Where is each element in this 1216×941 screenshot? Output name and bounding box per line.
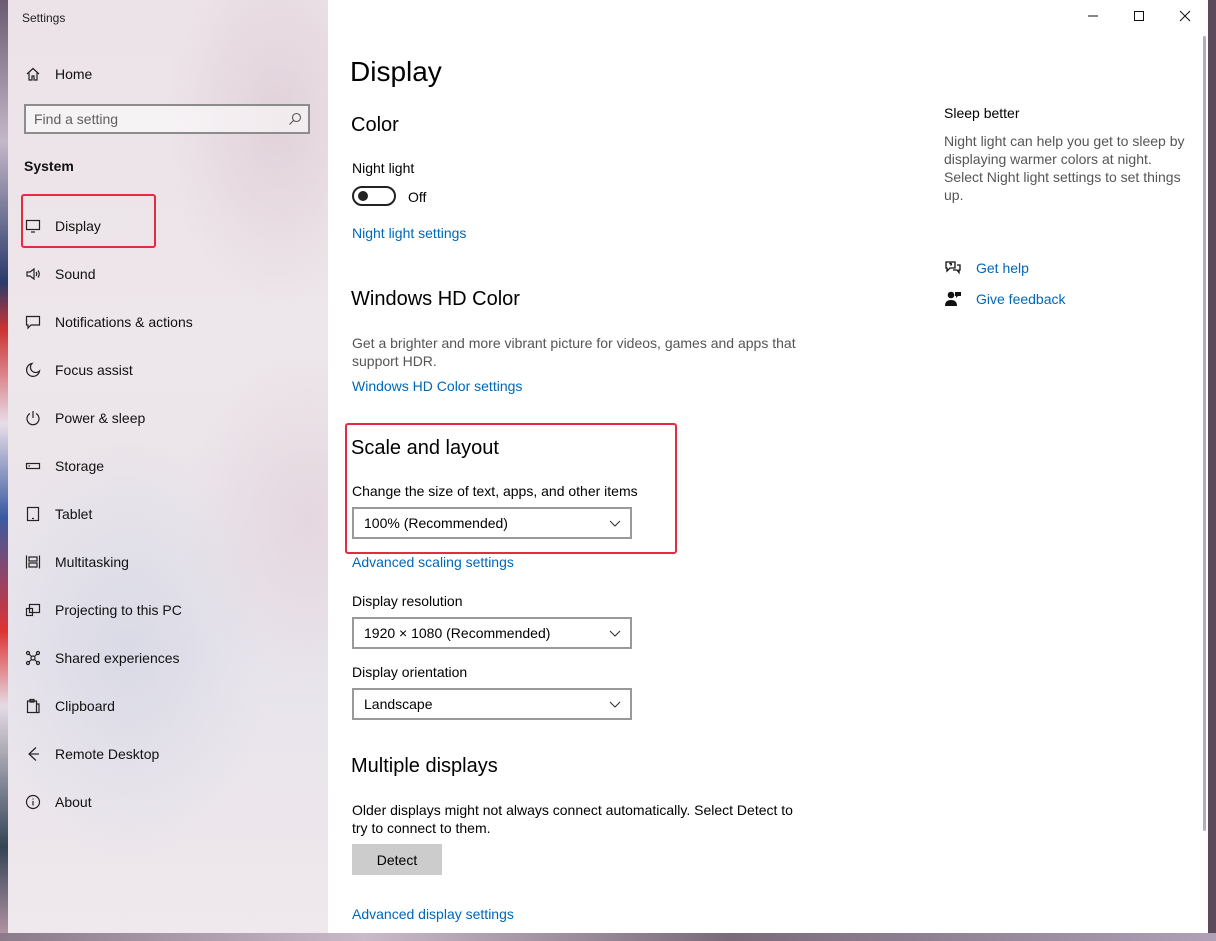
scale-layout-section-title: Scale and layout [351, 437, 499, 459]
size-label: Change the size of text, apps, and other… [352, 483, 638, 499]
sidebar-item-label: Focus assist [55, 362, 133, 378]
search-input[interactable] [34, 110, 279, 128]
minimize-button[interactable] [1070, 0, 1116, 32]
sidebar: Settings Home System Display [8, 0, 328, 933]
sidebar-item-label: Tablet [55, 506, 93, 522]
orientation-dropdown-value: Landscape [364, 696, 433, 712]
sidebar-item-label: Sound [55, 266, 96, 282]
multitasking-icon [24, 553, 42, 571]
scale-dropdown[interactable]: 100% (Recommended) [352, 507, 632, 539]
minimize-icon [1088, 15, 1098, 17]
get-help-icon [945, 261, 961, 275]
monitor-icon [24, 217, 42, 235]
clipboard-icon [24, 697, 42, 715]
sidebar-item-label: Notifications & actions [55, 314, 193, 330]
chevron-down-icon [609, 520, 621, 527]
hd-color-description: Get a brighter and more vibrant picture … [352, 335, 796, 369]
sidebar-item-display[interactable]: Display [24, 202, 314, 250]
settings-window: Settings Home System Display [8, 0, 1208, 933]
night-light-state: Off [408, 189, 427, 205]
maximize-button[interactable] [1116, 0, 1162, 32]
storage-icon [24, 457, 42, 475]
detect-button[interactable]: Detect [352, 844, 442, 875]
resolution-dropdown-value: 1920 × 1080 (Recommended) [364, 625, 551, 641]
hd-color-section-title: Windows HD Color [351, 288, 520, 310]
remote-desktop-icon [24, 745, 42, 763]
feedback-icon [945, 291, 961, 306]
advanced-scaling-link[interactable]: Advanced scaling settings [352, 554, 514, 570]
tablet-icon [24, 505, 42, 523]
sidebar-item-storage[interactable]: Storage [24, 442, 314, 490]
multiple-displays-description: Older displays might not always connect … [352, 802, 793, 836]
resolution-dropdown[interactable]: 1920 × 1080 (Recommended) [352, 617, 632, 649]
orientation-dropdown[interactable]: Landscape [352, 688, 632, 720]
desktop-background-bottom [0, 933, 1216, 941]
maximize-icon [1134, 11, 1144, 21]
sidebar-item-projecting[interactable]: Projecting to this PC [24, 586, 314, 634]
scale-dropdown-value: 100% (Recommended) [364, 515, 508, 531]
speaker-icon [24, 265, 42, 283]
window-controls [1070, 0, 1208, 32]
hd-color-settings-link[interactable]: Windows HD Color settings [352, 378, 522, 394]
chevron-down-icon [609, 630, 621, 637]
search-icon[interactable] [288, 112, 302, 126]
resolution-label: Display resolution [352, 593, 463, 609]
close-icon [1179, 10, 1191, 22]
sidebar-item-sound[interactable]: Sound [24, 250, 314, 298]
give-feedback-link[interactable]: Give feedback [944, 290, 1066, 308]
sidebar-item-label: Remote Desktop [55, 746, 160, 762]
sidebar-item-focus-assist[interactable]: Focus assist [24, 346, 314, 394]
multiple-displays-section-title: Multiple displays [351, 755, 498, 777]
sidebar-item-label: Storage [55, 458, 105, 474]
orientation-label: Display orientation [352, 664, 468, 680]
sidebar-item-label: Power & sleep [55, 410, 146, 426]
moon-icon [24, 361, 42, 379]
sidebar-item-label: Display [55, 218, 101, 234]
page-title: Display [350, 56, 442, 87]
get-help-link[interactable]: Get help [944, 259, 1029, 277]
sidebar-item-remote-desktop[interactable]: Remote Desktop [24, 730, 314, 778]
sidebar-section-system: System [24, 158, 74, 174]
sidebar-item-label: Clipboard [55, 698, 115, 714]
close-button[interactable] [1162, 0, 1208, 32]
side-panel-title: Sleep better [944, 105, 1020, 121]
message-icon [24, 313, 42, 331]
night-light-toggle[interactable] [352, 186, 396, 206]
night-light-label: Night light [352, 160, 415, 176]
info-icon [24, 793, 42, 811]
sidebar-home-label: Home [55, 66, 93, 82]
power-icon [24, 409, 42, 427]
advanced-display-settings-link[interactable]: Advanced display settings [352, 906, 514, 922]
shared-icon [24, 649, 42, 667]
get-help-label: Get help [976, 260, 1029, 276]
toggle-knob [358, 191, 368, 201]
sidebar-item-about[interactable]: About [24, 778, 314, 826]
color-section-title: Color [351, 114, 399, 136]
sidebar-item-tablet[interactable]: Tablet [24, 490, 314, 538]
scrollbar[interactable] [1203, 36, 1206, 831]
chevron-down-icon [609, 701, 621, 708]
app-title: Settings [22, 11, 66, 25]
sidebar-item-label: Shared experiences [55, 650, 180, 666]
sidebar-item-power-sleep[interactable]: Power & sleep [24, 394, 314, 442]
main-content: Display Color Night light Off Night ligh… [328, 0, 1208, 933]
sidebar-item-notifications[interactable]: Notifications & actions [24, 298, 314, 346]
sidebar-item-clipboard[interactable]: Clipboard [24, 682, 314, 730]
night-light-settings-link[interactable]: Night light settings [352, 225, 466, 241]
sidebar-home[interactable]: Home [24, 62, 92, 86]
search-box[interactable] [24, 104, 310, 134]
sidebar-item-shared-experiences[interactable]: Shared experiences [24, 634, 314, 682]
sidebar-item-label: About [55, 794, 92, 810]
projector-icon [24, 601, 42, 619]
give-feedback-label: Give feedback [976, 291, 1066, 307]
sidebar-item-multitasking[interactable]: Multitasking [24, 538, 314, 586]
home-icon [24, 65, 42, 83]
sidebar-item-label: Projecting to this PC [55, 602, 182, 618]
sidebar-item-label: Multitasking [55, 554, 129, 570]
desktop-background-strip [0, 0, 8, 941]
side-panel-description: Night light can help you get to sleep by… [944, 133, 1185, 203]
